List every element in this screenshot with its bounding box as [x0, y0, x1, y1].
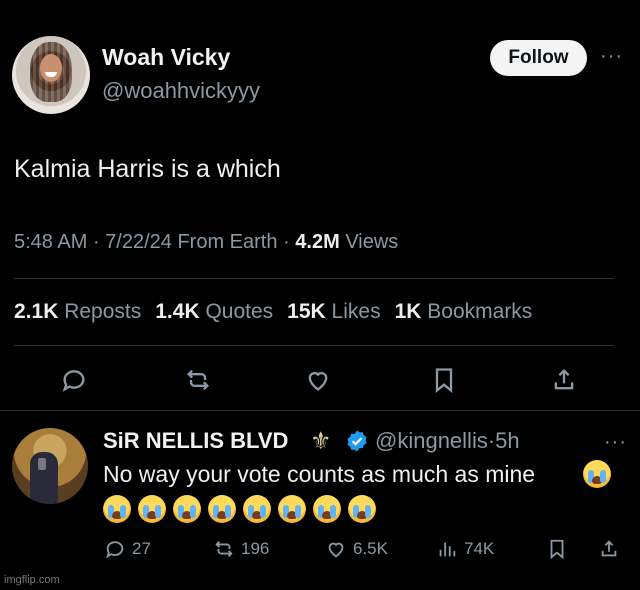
quotes-label: Quotes [205, 300, 274, 323]
engagement-stats: 2.1K Reposts 1.4K Quotes 15K Likes 1K Bo… [14, 300, 532, 324]
divider [14, 278, 614, 279]
tweet-text: Kalmia Harris is a which [14, 155, 281, 183]
tweet-source: From Earth [177, 231, 278, 253]
repost-icon [215, 541, 233, 557]
share-icon[interactable] [550, 366, 578, 394]
tweet-time[interactable]: 5:48 AM [14, 231, 87, 253]
quotes-count: 1.4K [155, 300, 200, 323]
author-handle[interactable]: @woahhvickyyy [102, 78, 260, 104]
reply-likes-action[interactable]: 6.5K [325, 538, 388, 560]
like-icon [328, 542, 344, 558]
reposts-stat[interactable]: 2.1K Reposts [14, 300, 141, 324]
reply-views-count: 74K [464, 539, 495, 558]
reply-icon [106, 541, 124, 559]
repost-icon[interactable] [184, 366, 212, 394]
reply-author-handle[interactable]: @kingnellis [375, 428, 488, 453]
bookmarks-count: 1K [394, 300, 422, 323]
reply-author-name[interactable]: SiR NELLIS BLVD [103, 428, 288, 454]
reply-icon[interactable] [60, 366, 88, 394]
reposts-count: 2.1K [14, 300, 59, 323]
reply-handle-line: @kingnellis·5h [375, 428, 520, 454]
reply-author-avatar[interactable] [12, 428, 88, 504]
reply-share-action[interactable] [598, 538, 620, 560]
loudly-crying-face-icon [243, 495, 271, 523]
views-label: Views [345, 231, 399, 253]
avatar-phone [38, 458, 46, 470]
meta-dot: · [92, 231, 106, 253]
like-icon[interactable] [304, 366, 332, 394]
bookmark-icon [550, 539, 564, 560]
loudly-crying-face-icon [278, 495, 306, 523]
verified-badge-icon [345, 429, 369, 453]
views-count: 4.2M [295, 231, 340, 253]
views-icon [439, 542, 456, 557]
tweet-date[interactable]: 7/22/24 [105, 231, 172, 253]
likes-count: 15K [287, 300, 326, 323]
reposts-label: Reposts [64, 300, 142, 323]
reply-replies-count: 27 [132, 539, 151, 558]
reply-reposts-count: 196 [241, 539, 270, 558]
loudly-crying-face-icon [138, 495, 166, 523]
reply-reposts-action[interactable]: 196 [213, 538, 269, 560]
more-options-icon[interactable]: ··· [600, 46, 623, 66]
reply-replies-action[interactable]: 27 [104, 538, 151, 560]
loudly-crying-face-icon [208, 495, 236, 523]
reply-likes-count: 6.5K [353, 539, 388, 558]
likes-label: Likes [331, 300, 381, 323]
divider [14, 345, 614, 346]
fleur-de-lis-icon: ⚜ [310, 428, 332, 455]
reply-age[interactable]: 5h [495, 428, 519, 453]
emoji-row [103, 495, 376, 523]
loudly-crying-face-icon [313, 495, 341, 523]
loudly-crying-face-icon [583, 460, 611, 488]
tweet-meta: 5:48 AM · 7/22/24 From Earth · 4.2M View… [14, 231, 398, 254]
likes-stat[interactable]: 15K Likes [287, 300, 380, 324]
reply-more-options-icon[interactable]: ··· [604, 432, 627, 452]
reply-views-action[interactable]: 74K [436, 538, 494, 560]
avatar-face [40, 54, 62, 82]
loudly-crying-face-icon [103, 495, 131, 523]
divider [0, 410, 640, 411]
author-name[interactable]: Woah Vicky [102, 44, 230, 71]
loudly-crying-face-icon [348, 495, 376, 523]
bookmarks-stat[interactable]: 1K Bookmarks [395, 300, 533, 324]
meta-dot: · [283, 231, 296, 253]
quotes-stat[interactable]: 1.4K Quotes [155, 300, 273, 324]
loudly-crying-face-icon [173, 495, 201, 523]
author-avatar[interactable] [12, 36, 90, 114]
follow-button[interactable]: Follow [490, 40, 587, 76]
bookmark-icon[interactable] [430, 366, 458, 394]
bookmarks-label: Bookmarks [427, 300, 533, 323]
watermark: imgflip.com [4, 574, 60, 586]
reply-bookmark-action[interactable] [546, 538, 568, 560]
share-icon [601, 540, 617, 557]
reply-text: No way your vote counts as much as mine [103, 461, 536, 487]
